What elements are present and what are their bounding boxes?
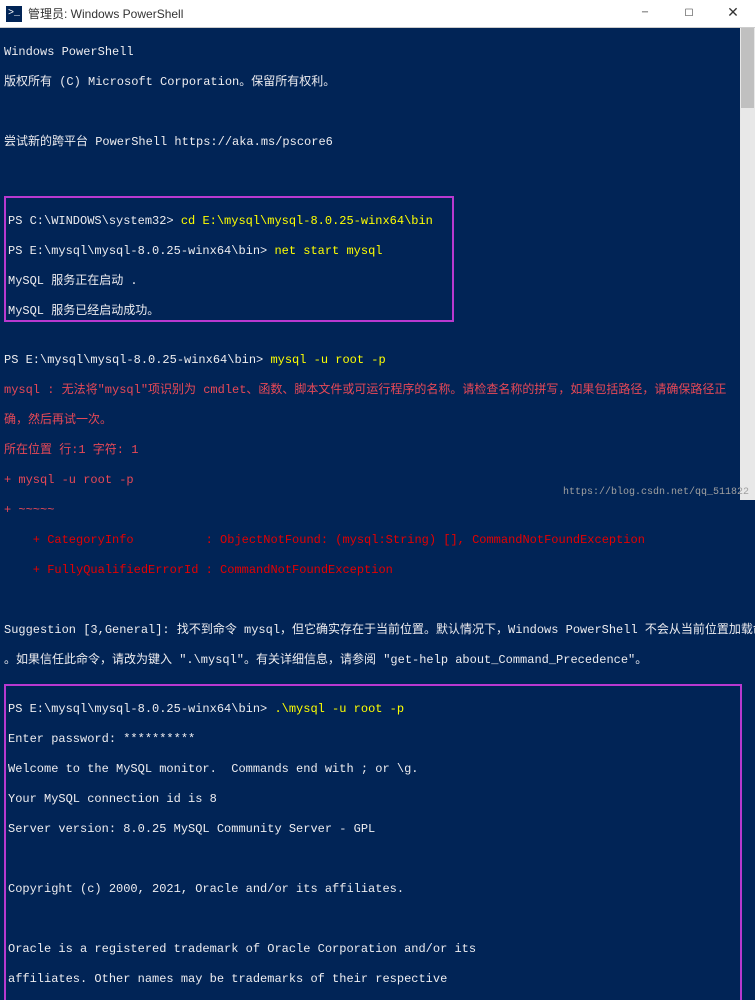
output-line: affiliates. Other names may be trademark…: [8, 972, 447, 986]
blank-line: [4, 105, 751, 120]
maximize-button[interactable]: ☐: [667, 0, 711, 28]
terminal-output[interactable]: Windows PowerShell 版权所有 (C) Microsoft Co…: [0, 28, 755, 1000]
output-line: MySQL 服务正在启动 .: [8, 274, 138, 288]
error-line: + mysql -u root -p: [4, 473, 751, 488]
command-text: net start mysql: [267, 244, 382, 258]
ps-prompt: PS E:\mysql\mysql-8.0.25-winx64\bin>: [8, 244, 267, 258]
error-line: mysql : 无法将"mysql"项识别为 cmdlet、函数、脚本文件或可运…: [4, 383, 751, 398]
blank-line: [4, 593, 751, 608]
error-line: + ~~~~~: [4, 503, 751, 518]
ps-prompt: PS C:\WINDOWS\system32>: [8, 214, 174, 228]
command-text: cd E:\mysql\mysql-8.0.25-winx64\bin: [174, 214, 433, 228]
window-controls: ─ ☐ ✕: [623, 0, 755, 28]
password-label: Enter password:: [8, 732, 123, 746]
header-line: Windows PowerShell: [4, 45, 751, 60]
header-line: 尝试新的跨平台 PowerShell https://aka.ms/pscore…: [4, 135, 751, 150]
error-category: + FullyQualifiedErrorId : CommandNotFoun…: [4, 563, 751, 578]
header-line: 版权所有 (C) Microsoft Corporation。保留所有权利。: [4, 75, 751, 90]
suggestion-line: 。如果信任此命令，请改为键入 ".\mysql"。有关详细信息，请参阅 "get…: [4, 653, 751, 668]
command-text: .\mysql -u root -p: [267, 702, 404, 716]
blank-line: [4, 323, 751, 338]
error-category: + CategoryInfo : ObjectNotFound: (mysql:…: [4, 533, 751, 548]
suggestion-line: Suggestion [3,General]: 找不到命令 mysql，但它确实…: [4, 623, 751, 638]
vertical-scrollbar[interactable]: [740, 28, 755, 500]
highlight-box-cd-netstart: PS C:\WINDOWS\system32> cd E:\mysql\mysq…: [4, 196, 454, 322]
output-line: Your MySQL connection id is 8: [8, 792, 217, 806]
minimize-button[interactable]: ─: [623, 0, 667, 28]
titlebar[interactable]: >_ 管理员: Windows PowerShell ─ ☐ ✕: [0, 0, 755, 28]
output-line: Welcome to the MySQL monitor. Commands e…: [8, 762, 418, 776]
blank-line: [4, 165, 751, 180]
ps-prompt: PS E:\mysql\mysql-8.0.25-winx64\bin>: [8, 702, 267, 716]
password-mask: **********: [123, 732, 195, 746]
ps-prompt: PS E:\mysql\mysql-8.0.25-winx64\bin>: [4, 353, 263, 367]
watermark: https://blog.csdn.net/qq_511822: [563, 487, 749, 498]
error-line: 确，然后再试一次。: [4, 413, 751, 428]
highlight-box-mysql-login: PS E:\mysql\mysql-8.0.25-winx64\bin> .\m…: [4, 684, 742, 1000]
error-line: 所在位置 行:1 字符: 1: [4, 443, 751, 458]
output-line: MySQL 服务已经启动成功。: [8, 304, 159, 318]
output-line: Copyright (c) 2000, 2021, Oracle and/or …: [8, 882, 404, 896]
close-button[interactable]: ✕: [711, 0, 755, 28]
powershell-icon: >_: [6, 6, 22, 22]
window-title: 管理员: Windows PowerShell: [28, 5, 623, 22]
output-line: Oracle is a registered trademark of Orac…: [8, 942, 476, 956]
output-line: Server version: 8.0.25 MySQL Community S…: [8, 822, 375, 836]
command-text: mysql -u root -p: [263, 353, 385, 367]
scrollbar-thumb[interactable]: [741, 28, 754, 108]
